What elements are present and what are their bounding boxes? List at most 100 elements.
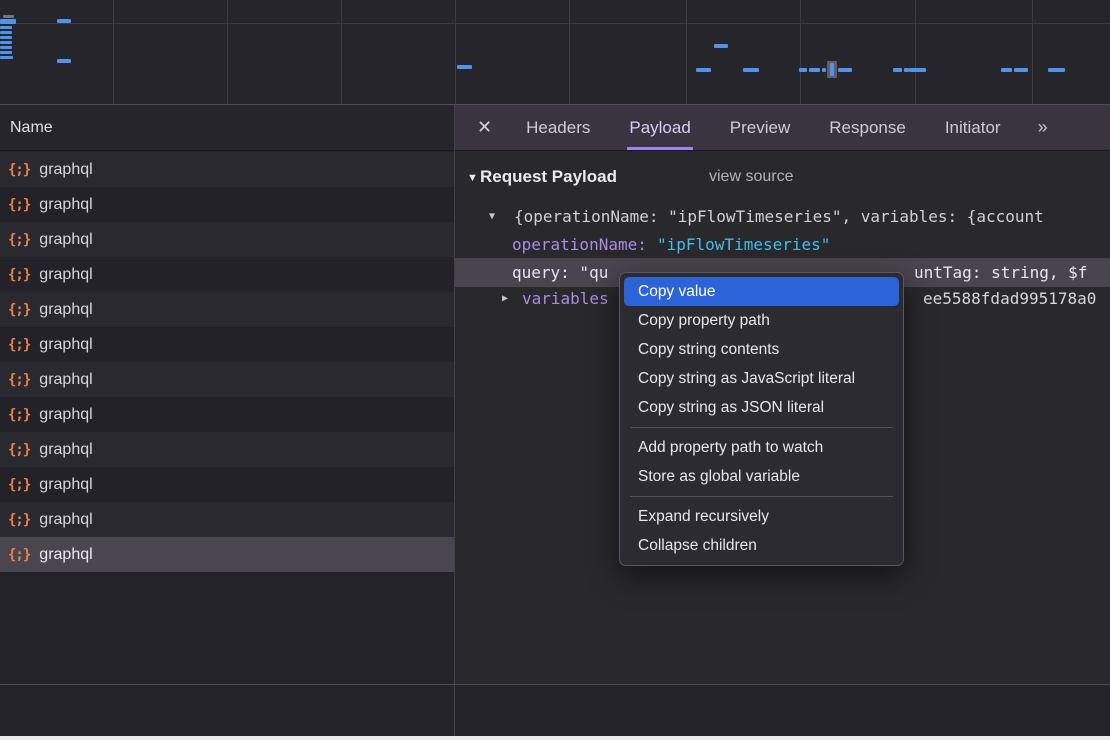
request-row[interactable]: {;}graphql: [0, 187, 454, 222]
variables-preview-text-continued: ee5588fdad995178a0: [923, 289, 1096, 308]
expand-triangle-icon[interactable]: ▶: [502, 293, 508, 304]
timeline-gridline: [800, 0, 801, 104]
json-icon: {;}: [8, 512, 30, 528]
network-activity-bar: [0, 19, 16, 24]
json-icon: {;}: [8, 302, 30, 318]
payload-node-operationName[interactable]: operationName: "ipFlowTimeseries": [455, 235, 1110, 255]
name-column-header[interactable]: Name: [0, 105, 454, 151]
tab-payload[interactable]: Payload: [627, 105, 692, 150]
menu-item-expand-recursively[interactable]: Expand recursively: [624, 502, 899, 531]
request-row[interactable]: {;} graphql: [0, 537, 454, 572]
request-name-label: graphql: [39, 336, 92, 354]
timeline-gridline: [1032, 0, 1033, 104]
json-icon: {;}: [8, 232, 30, 248]
collapse-triangle-icon[interactable]: ▼: [467, 172, 478, 184]
network-activity-bar: [696, 68, 711, 72]
network-activity-bar: [0, 41, 12, 44]
overview-divider-line: [0, 23, 1110, 24]
request-row[interactable]: {;}graphql: [0, 397, 454, 432]
request-name-label: graphql: [39, 301, 92, 319]
query-property-text-continued: untTag: string, $f: [914, 263, 1087, 282]
network-activity-bar: [0, 36, 12, 39]
request-payload-section-header[interactable]: ▼ Request Payload view source: [455, 167, 1110, 191]
request-name-label: graphql: [39, 161, 92, 179]
more-tabs-icon[interactable]: »: [1038, 117, 1046, 138]
network-activity-bar: [1014, 68, 1028, 72]
request-name-label: graphql: [39, 476, 92, 494]
payload-root-node[interactable]: ▼ {operationName: "ipFlowTimeseries", va…: [455, 207, 1110, 227]
network-activity-bar: [799, 68, 807, 72]
network-activity-bar: [909, 68, 926, 72]
status-bar: [0, 684, 1110, 736]
network-activity-bar: [0, 56, 13, 59]
timeline-gridline: [455, 0, 456, 104]
network-activity-bar: [0, 26, 12, 29]
network-activity-bar: [714, 44, 728, 48]
timeline-gridline: [341, 0, 342, 104]
tab-initiator[interactable]: Initiator: [943, 105, 1003, 150]
menu-item-copy-string-as-json-literal[interactable]: Copy string as JSON literal: [624, 393, 899, 422]
network-activity-bar: [457, 65, 472, 69]
json-icon: {;}: [8, 162, 30, 178]
request-row[interactable]: {;} graphql: [0, 502, 454, 537]
request-row[interactable]: {;} graphql: [0, 257, 454, 292]
property-value: "ipFlowTimeseries": [657, 235, 830, 254]
network-activity-bar: [1048, 68, 1065, 72]
network-overview-timeline[interactable]: [0, 0, 1110, 105]
close-icon[interactable]: ✕: [477, 117, 492, 138]
timeline-gridline: [686, 0, 687, 104]
network-activity-bar: [893, 68, 902, 72]
network-activity-bar: [0, 31, 12, 34]
menu-item-copy-property-path[interactable]: Copy property path: [624, 306, 899, 335]
tab-preview[interactable]: Preview: [728, 105, 792, 150]
menu-item-copy-string-contents[interactable]: Copy string contents: [624, 335, 899, 364]
menu-item-store-as-global-variable[interactable]: Store as global variable: [624, 462, 899, 491]
menu-item-copy-value[interactable]: Copy value: [624, 277, 899, 306]
request-row[interactable]: {;}graphql: [0, 327, 454, 362]
json-icon: {;}: [8, 197, 30, 213]
json-icon: {;}: [8, 442, 30, 458]
json-icon: {;}: [8, 267, 30, 283]
network-activity-bar: [1001, 68, 1012, 72]
request-name-label: graphql: [39, 266, 92, 284]
network-activity-bar: [0, 51, 12, 54]
timeline-gridline: [915, 0, 916, 104]
json-icon: {;}: [8, 547, 30, 563]
menu-item-collapse-children[interactable]: Collapse children: [624, 531, 899, 560]
request-name-label: graphql: [39, 231, 92, 249]
timeline-gridline: [569, 0, 570, 104]
property-key: variables: [522, 289, 609, 308]
request-name-label: graphql: [39, 371, 92, 389]
request-name-label: graphql: [39, 546, 92, 564]
window-bottom-edge: [0, 736, 1110, 740]
menu-separator: [630, 496, 893, 497]
expand-triangle-icon[interactable]: ▼: [489, 211, 495, 222]
json-icon: {;}: [8, 477, 30, 493]
request-list: {;} graphql {;} graphql {;} graphql {;} graphql…: [0, 152, 454, 572]
network-activity-bar: [822, 68, 826, 72]
timeline-gridline: [113, 0, 114, 104]
request-name-label: graphql: [39, 511, 92, 529]
json-icon: {;}: [8, 372, 30, 388]
request-row[interactable]: {;} graphql: [0, 222, 454, 257]
menu-separator: [630, 427, 893, 428]
context-menu: Copy valueCopy property pathCopy string …: [619, 272, 904, 566]
timeline-gridline: [227, 0, 228, 104]
request-row[interactable]: {;} graphql: [0, 292, 454, 327]
network-activity-bar: [830, 63, 834, 76]
request-row[interactable]: {;} graphql: [0, 152, 454, 187]
menu-item-add-property-path-to-watch[interactable]: Add property path to watch: [624, 433, 899, 462]
json-icon: {;}: [8, 407, 30, 423]
view-source-link[interactable]: view source: [709, 168, 793, 186]
menu-item-copy-string-as-javascript-literal[interactable]: Copy string as JavaScript literal: [624, 364, 899, 393]
devtools-network-panel: Name {;}graphql{;}graphql{;}graphql{;}gr…: [0, 0, 1110, 740]
request-row[interactable]: {;} graphql: [0, 362, 454, 397]
request-name-label: graphql: [39, 441, 92, 459]
request-row[interactable]: {;} graphql: [0, 467, 454, 502]
network-activity-bar: [57, 59, 71, 63]
tab-response[interactable]: Response: [827, 105, 908, 150]
query-property-text: query: "qu: [512, 263, 608, 282]
request-row[interactable]: {;} graphql: [0, 432, 454, 467]
network-activity-bar: [57, 19, 71, 23]
tab-headers[interactable]: Headers: [524, 105, 592, 150]
